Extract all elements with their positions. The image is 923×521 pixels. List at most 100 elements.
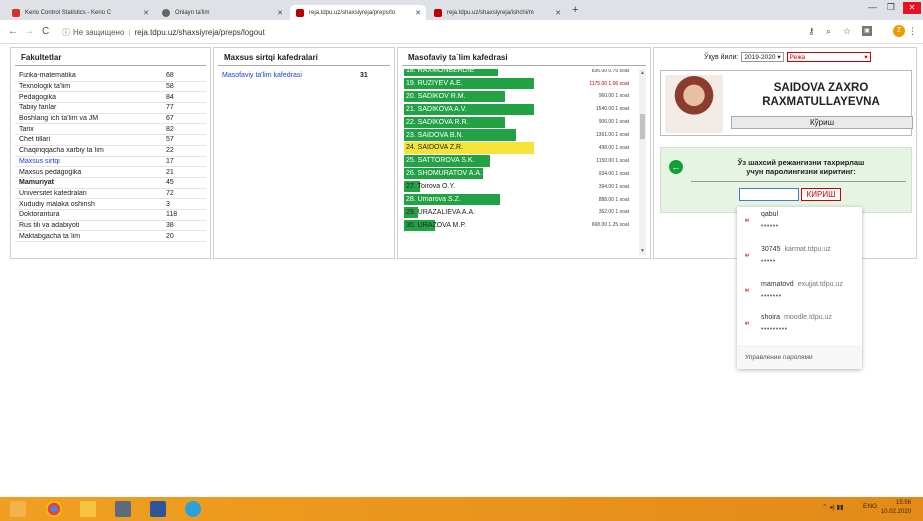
teacher-row[interactable]: 29. URAZALIEVA A.A. 362.00 1 soat <box>404 206 636 219</box>
tray-icons[interactable]: ⌃ ◂) ▮▮ <box>822 503 844 511</box>
close-icon[interactable]: ✕ <box>555 9 561 17</box>
teacher-row[interactable]: 28. Umarova S.Z. 888.00 1 soat <box>404 193 636 206</box>
year-label: Ўқув йили: <box>704 53 739 61</box>
faculty-row[interactable]: Boshlang`ich ta'lim va JM 67 <box>15 114 206 125</box>
teacher-name: 23. SAIDOVA B.N. <box>406 131 464 139</box>
password-input[interactable] <box>739 188 799 201</box>
word-icon[interactable] <box>150 501 166 517</box>
teacher-row[interactable]: 30. URAZOVA M.P. 668.00 1.25 soat <box>404 219 636 231</box>
saved-password-item[interactable]: ᵢₑᵢ 30745 karmat.tdpu.uz ••••• <box>737 242 862 272</box>
teacher-row[interactable]: 20. SADIKOV R.M. 960.00 1 soat <box>404 90 636 103</box>
back-arrow-icon[interactable]: ← <box>8 26 18 37</box>
teacher-row[interactable]: 25. SATTOROVA S.K. 1150.00 1 soat <box>404 155 636 167</box>
close-icon[interactable]: ✕ <box>277 9 283 17</box>
maximize-icon[interactable]: ❐ <box>887 2 895 13</box>
address-bar[interactable]: ⓘ Не защищено | reja.tdpu.uz/shaxsiyreja… <box>62 24 792 40</box>
scroll-down-icon[interactable]: ▼ <box>639 248 646 254</box>
tab-reja-ishchi[interactable]: reja.tdpu.uz/shaxsiyreja/ishchi/m ✕ <box>428 5 566 20</box>
teacher-load: 836.00 0.76 soat <box>590 69 630 74</box>
manage-passwords-link[interactable]: Управление паролями <box>737 346 862 369</box>
teacher-row[interactable]: 27. Toirova O.Y. 394.00 1 soat <box>404 181 636 193</box>
teacher-list[interactable]: 18. RAXMONBERDIE 836.00 0.76 soat 19. RUZI… <box>404 69 636 255</box>
kafedra-row[interactable]: Masofaviy ta'lim kafedrasi 31 <box>218 72 390 79</box>
faculty-row[interactable]: Chet tillari 57 <box>15 135 206 146</box>
faculty-row[interactable]: Tarix 82 <box>15 124 206 136</box>
reload-icon[interactable]: C <box>42 26 49 37</box>
profile-photo <box>665 75 723 133</box>
scrollbar-thumb[interactable] <box>640 114 645 139</box>
faculty-row-selected[interactable]: Maxsus sirtqi 17 <box>15 157 206 168</box>
language-indicator[interactable]: ENG <box>863 503 877 510</box>
faculty-row[interactable]: Maxsus pedagogika 21 <box>15 167 206 178</box>
minimize-icon[interactable]: — <box>868 2 877 12</box>
tab-title: Kerio Control Statistics - Kerio C <box>25 9 112 16</box>
clock[interactable]: 15:56 10.02.2020 <box>881 499 911 517</box>
zoom-icon[interactable]: ⌕ <box>826 26 831 37</box>
teacher-fullname: SAIDOVA ZAXRO RAXMATULLAYEVNA <box>762 82 880 108</box>
teacher-row[interactable]: 22. SADIKOVA R.R. 906.00 1 soat <box>404 116 636 128</box>
faculty-row[interactable]: Fizika-matematika 68 <box>15 71 206 82</box>
teacher-row[interactable]: 23. SAIDOVA B.N. 1361.00 1 soat <box>404 129 636 141</box>
file-explorer-icon[interactable] <box>80 501 96 517</box>
telegram-icon[interactable] <box>185 501 201 517</box>
windows-start-icon[interactable] <box>10 501 26 517</box>
faculty-row[interactable]: Xududiy malaka oshirish 3 <box>15 199 206 210</box>
teacher-name: 22. SADIKOVA R.R. <box>406 118 469 126</box>
close-icon[interactable]: ✕ <box>415 9 421 17</box>
view-button[interactable]: Кўриш <box>731 116 913 129</box>
teacher-name: 30. URAZOVA M.P. <box>406 221 467 229</box>
reja-select[interactable]: Режа ▾ <box>786 52 871 62</box>
chrome-icon[interactable] <box>46 501 62 517</box>
panel-title: Maxsus sirtqi kafedralari <box>218 48 390 66</box>
password-autocomplete: ᵢₑᵢ qabul •••••• ᵢₑᵢ 30745 karmat.tdpu.uz… <box>737 207 862 369</box>
teacher-name: 24. SAIDOVA Z.R. <box>406 144 464 152</box>
saved-password-item[interactable]: ᵢₑᵢ qabul •••••• <box>737 207 862 237</box>
star-icon[interactable]: ☆ <box>843 26 851 37</box>
info-icon[interactable]: ⓘ <box>62 27 70 38</box>
faculty-row[interactable]: Pedagogika 84 <box>15 92 206 104</box>
window-close-icon[interactable]: ✕ <box>903 2 921 14</box>
forward-arrow-icon[interactable]: → <box>24 26 34 37</box>
tab-onlayn[interactable]: Onlayn ta'lim ✕ <box>156 5 288 20</box>
saved-password-item[interactable]: ᵢₑᵢ mamatovd exujjat.tdpu.uz ••••••• <box>737 277 862 307</box>
year-select[interactable]: 2019-2020 ▾ <box>741 52 784 62</box>
teacher-row[interactable]: 18. RAXMONBERDIE 836.00 0.76 soat <box>404 69 636 77</box>
faculty-row[interactable]: Maktabgacha ta`lim 20 <box>15 231 206 242</box>
teacher-load: 394.00 1 soat <box>597 183 630 190</box>
scroll-up-icon[interactable]: ▲ <box>639 70 646 76</box>
kafedra-link[interactable]: Masofaviy ta'lim kafedrasi <box>222 72 360 79</box>
url-text[interactable]: reja.tdpu.uz/shaxsiyreja/preps/logout <box>135 28 265 37</box>
scrollbar[interactable]: ▲ ▼ <box>639 69 646 255</box>
teacher-load: 668.00 1.25 soat <box>590 222 630 229</box>
faculty-row[interactable]: Doktorantura 118 <box>15 210 206 221</box>
faculty-row[interactable]: Tabiiy fanlar 77 <box>15 103 206 114</box>
faculty-row[interactable]: Rus tili va adabiyoti 38 <box>15 221 206 232</box>
site-logo-icon: ᵢₑᵢ <box>745 217 749 223</box>
teacher-row[interactable]: 19. RUZIYEV A.E. 1175.00 1.06 soat <box>404 77 636 90</box>
tab-kerio[interactable]: Kerio Control Statistics - Kerio C ✕ <box>6 5 154 20</box>
key-icon[interactable]: ⚷ <box>808 26 815 37</box>
kerio-icon <box>12 8 20 17</box>
site-logo-icon: ᵢₑᵢ <box>745 252 749 258</box>
chevron-down-icon: ▾ <box>777 54 781 61</box>
saved-password-item[interactable]: ᵢₑᵢ shoira moodle.tdpu.uz ••••••••• <box>737 310 862 340</box>
extension-icon[interactable]: ▣ <box>862 26 872 36</box>
teacher-row[interactable]: 21. SADIKOVA A.V. 1540.00 1 soat <box>404 103 636 115</box>
not-secure-label: Не защищено <box>73 27 125 37</box>
faculty-row[interactable]: Texnologik ta'lim 58 <box>15 82 206 93</box>
tab-reja-preps[interactable]: reja.tdpu.uz/shaxsiyreja/preps/lo ✕ <box>290 5 426 20</box>
close-icon[interactable]: ✕ <box>143 9 149 17</box>
teacher-load: 498.00 1 soat <box>597 144 630 151</box>
app-icon[interactable] <box>115 501 131 517</box>
teacher-row[interactable]: 26. SHOMURATOV A.A. 934.00 1 soat <box>404 168 636 180</box>
new-tab-icon[interactable]: + <box>572 4 578 16</box>
teacher-row[interactable]: 24. SAIDOVA Z.R. 498.00 1 soat <box>404 142 636 154</box>
profile-avatar[interactable]: Z <box>893 25 905 37</box>
faculty-row[interactable]: Chaqiriqqacha xarbiy ta`lim 22 <box>15 146 206 157</box>
login-button[interactable]: КИРИШ <box>801 188 841 201</box>
windows-taskbar: ⌃ ◂) ▮▮ ENG 15:56 10.02.2020 <box>0 497 923 521</box>
faculty-row[interactable]: Mamuriyat 45 <box>15 178 206 189</box>
back-arrow-icon[interactable]: ← <box>669 160 683 174</box>
menu-icon[interactable]: ⋮ <box>908 26 917 37</box>
faculty-row[interactable]: Universitet kafedralari 72 <box>15 189 206 200</box>
